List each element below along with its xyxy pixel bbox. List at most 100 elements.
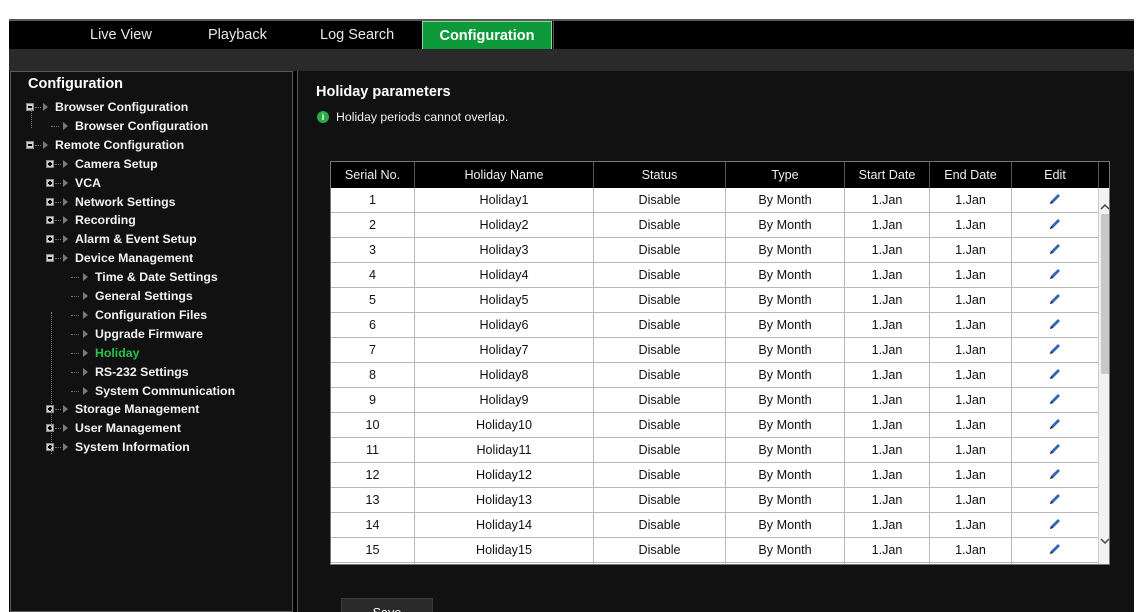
table-scrollbar[interactable] xyxy=(1098,188,1110,564)
table-cell: 13 xyxy=(331,488,415,513)
table-cell: 16 xyxy=(331,563,415,564)
tree-item-remote-configuration[interactable]: Remote Configuration xyxy=(11,136,281,154)
expand-icon[interactable] xyxy=(46,197,54,206)
table-cell: 1.Jan xyxy=(930,538,1012,563)
scroll-down-icon[interactable] xyxy=(1100,536,1110,546)
table-cell: 1.Jan xyxy=(930,463,1012,488)
table-cell: 1.Jan xyxy=(930,238,1012,263)
tree-item-general-settings[interactable]: General Settings xyxy=(11,287,281,305)
tree-item-label: Recording xyxy=(75,213,136,228)
tree-item-recording[interactable]: Recording xyxy=(11,211,281,229)
tab-configuration[interactable]: Configuration xyxy=(422,21,552,49)
table-cell: Holiday3 xyxy=(415,238,594,263)
tree-item-time-date-settings[interactable]: Time & Date Settings xyxy=(11,268,281,286)
collapse-icon[interactable] xyxy=(46,254,54,263)
tree-connector xyxy=(51,125,59,127)
pencil-icon[interactable] xyxy=(1048,292,1062,306)
table-cell: 1.Jan xyxy=(845,313,930,338)
tree-item-label: RS-232 Settings xyxy=(95,364,189,379)
tree-arrow-icon xyxy=(63,254,68,263)
pencil-icon[interactable] xyxy=(1048,317,1062,331)
table-cell: Disable xyxy=(594,238,726,263)
table-cell: 1.Jan xyxy=(845,413,930,438)
tree-connector xyxy=(71,314,79,316)
pencil-icon[interactable] xyxy=(1048,217,1062,231)
pencil-icon[interactable] xyxy=(1048,467,1062,481)
table-cell: 1.Jan xyxy=(930,563,1012,564)
collapse-icon[interactable] xyxy=(26,140,34,149)
expand-icon[interactable] xyxy=(46,443,54,452)
expand-icon[interactable] xyxy=(46,178,54,187)
tree-connector xyxy=(55,163,61,165)
tree-arrow-icon xyxy=(83,273,88,282)
pencil-icon[interactable] xyxy=(1048,192,1062,206)
scroll-thumb[interactable] xyxy=(1101,214,1109,374)
table-cell: Holiday13 xyxy=(415,488,594,513)
table-row: 8 Holiday8 Disable By Month 1.Jan 1.Jan xyxy=(331,363,1099,388)
table-cell: Holiday14 xyxy=(415,513,594,538)
collapse-icon[interactable] xyxy=(26,103,34,111)
table-cell: 1.Jan xyxy=(845,563,930,564)
expand-icon[interactable] xyxy=(46,216,54,225)
info-icon: i xyxy=(317,111,329,123)
tree-arrow-icon xyxy=(63,178,68,187)
pencil-icon[interactable] xyxy=(1048,367,1062,381)
pencil-icon[interactable] xyxy=(1048,242,1062,256)
pencil-icon[interactable] xyxy=(1048,342,1062,356)
tree-arrow-icon xyxy=(83,310,88,319)
pencil-icon[interactable] xyxy=(1048,267,1062,281)
table-cell: Disable xyxy=(594,363,726,388)
table-row: 12 Holiday12 Disable By Month 1.Jan 1.Jan xyxy=(331,463,1099,488)
tree-arrow-icon xyxy=(63,405,68,414)
tree-guide-line xyxy=(31,109,32,128)
tree-item-label: Time & Date Settings xyxy=(95,270,218,285)
edit-cell xyxy=(1012,563,1099,564)
table-row: 15 Holiday15 Disable By Month 1.Jan 1.Jan xyxy=(331,538,1099,563)
edit-cell xyxy=(1012,263,1099,288)
pencil-icon[interactable] xyxy=(1048,392,1062,406)
expand-icon[interactable] xyxy=(46,405,54,414)
table-cell: 1.Jan xyxy=(930,413,1012,438)
expand-icon[interactable] xyxy=(46,159,54,168)
table-cell: By Month xyxy=(726,363,845,388)
tree-item-alarm-event-setup[interactable]: Alarm & Event Setup xyxy=(11,230,281,248)
table-row: 13 Holiday13 Disable By Month 1.Jan 1.Jan xyxy=(331,488,1099,513)
tree-item-camera-setup[interactable]: Camera Setup xyxy=(11,155,281,173)
tab-log-search[interactable]: Log Search xyxy=(320,21,394,49)
table-cell: By Month xyxy=(726,513,845,538)
table-cell: 5 xyxy=(331,288,415,313)
table-cell: Disable xyxy=(594,338,726,363)
tree-arrow-icon xyxy=(83,348,88,357)
pencil-icon[interactable] xyxy=(1048,417,1062,431)
table-cell: 2 xyxy=(331,213,415,238)
table-row: 11 Holiday11 Disable By Month 1.Jan 1.Jan xyxy=(331,438,1099,463)
tree-arrow-icon xyxy=(63,443,68,452)
pencil-icon[interactable] xyxy=(1048,492,1062,506)
tree-item-label: Browser Configuration xyxy=(75,118,209,133)
tree-item-device-management[interactable]: Device Management xyxy=(11,249,281,267)
tab-playback[interactable]: Playback xyxy=(208,21,267,49)
pencil-icon[interactable] xyxy=(1048,542,1062,556)
tree-arrow-icon xyxy=(63,197,68,206)
tree-arrow-icon xyxy=(63,216,68,225)
column-header: End Date xyxy=(930,162,1012,188)
tree-item-vca[interactable]: VCA xyxy=(11,174,281,192)
tree-item-label: System Information xyxy=(75,440,190,455)
edit-cell xyxy=(1012,238,1099,263)
tree-item-browser-configuration[interactable]: Browser Configuration xyxy=(11,98,281,116)
tree-connector xyxy=(55,182,61,184)
table-cell: 1.Jan xyxy=(845,488,930,513)
tab-live-view[interactable]: Live View xyxy=(90,21,152,49)
save-button[interactable]: Save xyxy=(341,598,433,612)
expand-icon[interactable] xyxy=(46,424,54,433)
pencil-icon[interactable] xyxy=(1048,442,1062,456)
tree-item-browser-configuration[interactable]: Browser Configuration xyxy=(11,117,281,135)
edit-cell xyxy=(1012,438,1099,463)
table-cell: Holiday2 xyxy=(415,213,594,238)
table-cell: Holiday7 xyxy=(415,338,594,363)
table-cell: 1.Jan xyxy=(845,513,930,538)
pencil-icon[interactable] xyxy=(1048,517,1062,531)
tree-item-network-settings[interactable]: Network Settings xyxy=(11,193,281,211)
expand-icon[interactable] xyxy=(46,235,54,244)
scroll-up-icon[interactable] xyxy=(1100,202,1110,212)
